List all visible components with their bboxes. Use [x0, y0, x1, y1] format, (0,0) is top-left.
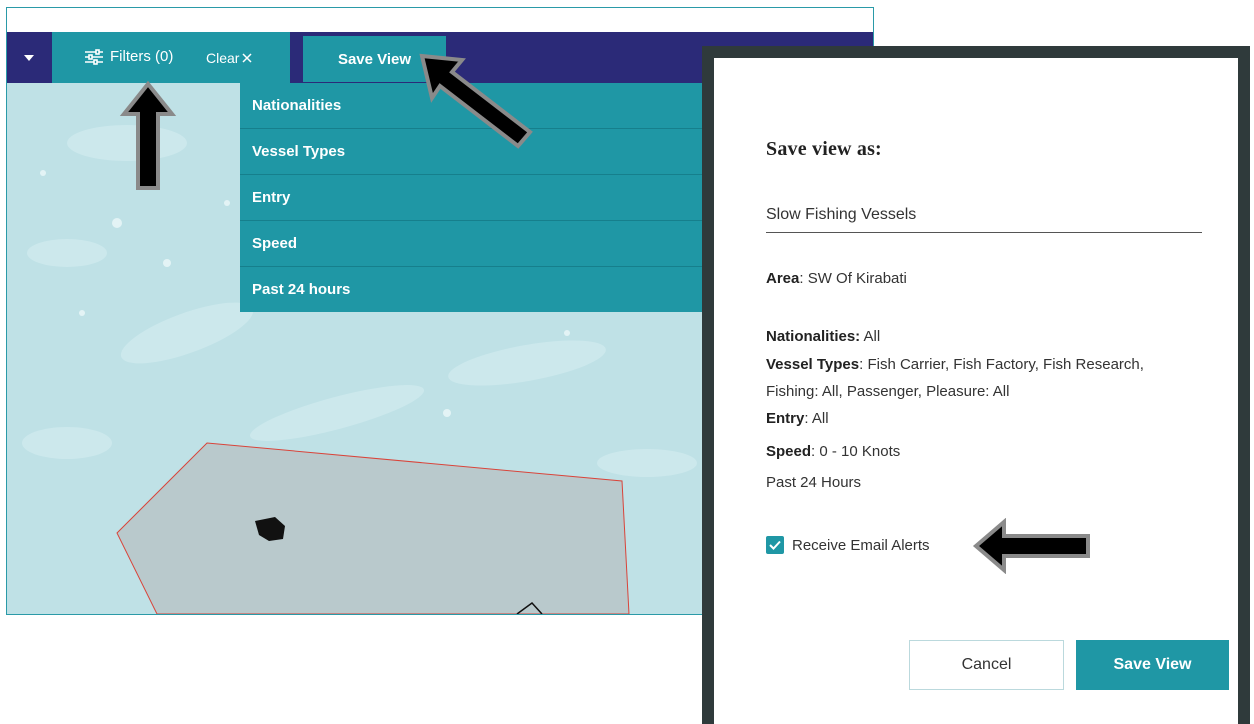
entry-line: Entry: All [766, 410, 829, 427]
menu-toggle-button[interactable] [7, 32, 51, 83]
arrow-up-annotation-icon [119, 80, 177, 190]
close-icon [242, 53, 252, 63]
email-alerts-checkbox[interactable] [766, 536, 784, 554]
area-label: Area [766, 270, 800, 287]
speed-line: Speed: 0 - 10 Knots [766, 443, 900, 460]
nationalities-label: Nationalities: [766, 328, 861, 345]
speed-value: : 0 - 10 Knots [811, 443, 901, 460]
clear-label: Clear [206, 50, 240, 66]
speed-label: Speed [766, 443, 812, 460]
filters-tab: Filters (0) Clear [52, 32, 290, 83]
email-alerts-checkbox-row[interactable]: Receive Email Alerts [766, 536, 930, 554]
nationalities-line: Nationalities: All [766, 328, 880, 345]
dropdown-item-entry[interactable]: Entry [240, 175, 710, 221]
entry-value: : All [804, 410, 829, 427]
dropdown-item-past-24-hours[interactable]: Past 24 hours [240, 267, 710, 312]
entry-label: Entry [766, 410, 805, 427]
vessel-types-value: : Fish Carrier, Fish Factory, Fish Resea… [859, 356, 1144, 373]
arrow-diagonal-annotation-icon [419, 53, 533, 149]
filters-button[interactable]: Filters (0) [84, 48, 173, 65]
sliders-icon [85, 48, 103, 65]
caret-down-icon [24, 54, 34, 61]
vessel-types-line: Vessel Types: Fish Carrier, Fish Factory… [766, 356, 1144, 373]
app-header-strip [7, 8, 873, 32]
area-value: : SW Of Kirabati [799, 270, 907, 287]
arrow-left-annotation-icon [972, 518, 1090, 574]
checkmark-icon [769, 540, 781, 550]
view-name-input[interactable] [766, 198, 1202, 233]
past-24-hours-line: Past 24 Hours [766, 474, 862, 491]
dialog-body: Save view as: Area: SW Of Kirabati Natio… [714, 58, 1238, 724]
save-view-dialog: Save view as: Area: SW Of Kirabati Natio… [702, 46, 1250, 724]
area-line: Area: SW Of Kirabati [766, 270, 907, 287]
dropdown-item-speed[interactable]: Speed [240, 221, 710, 267]
dialog-title: Save view as: [766, 138, 882, 160]
cancel-button[interactable]: Cancel [909, 640, 1064, 690]
vessel-types-line-2: Fishing: All, Passenger, Pleasure: All [766, 383, 1010, 400]
clear-filters-button[interactable]: Clear [206, 50, 252, 66]
save-view-confirm-button[interactable]: Save View [1076, 640, 1229, 690]
filters-label: Filters (0) [110, 48, 174, 65]
nationalities-value: All [860, 328, 881, 345]
email-alerts-label: Receive Email Alerts [792, 536, 930, 554]
vessel-types-label: Vessel Types [766, 356, 860, 373]
